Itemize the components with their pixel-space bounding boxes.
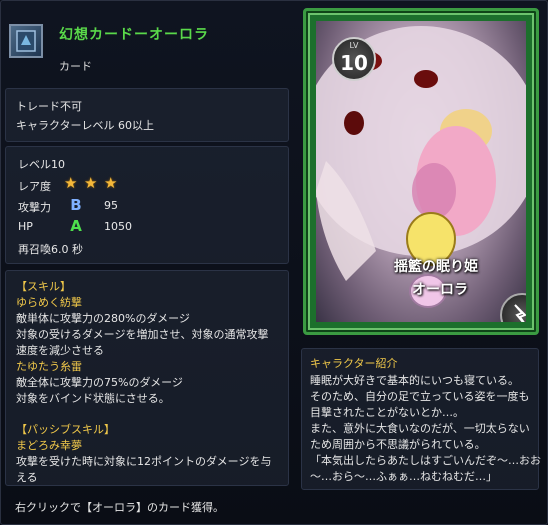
grade-b-icon: B	[70, 196, 82, 214]
usage-hint: 右クリックで【オーロラ】のカード獲得。	[5, 491, 289, 519]
item-header: 幻想カードーオーロラ カード	[5, 6, 289, 86]
skill2-name: たゆたう糸雷	[16, 360, 82, 373]
card-frame: LV 10 揺籃の眠り姫 オーロラ	[303, 8, 539, 335]
skill1-desc: 敵単体に攻撃力の280%のダメージ	[16, 312, 190, 325]
usage-text: 右クリックで【オーロラ】のカード獲得。	[15, 501, 224, 514]
skill2-desc: 対象をバインド状態にさせる。	[16, 392, 170, 405]
card-item-icon	[9, 24, 43, 58]
intro-line: また、意外に大食いなのだが、一切太らない	[310, 422, 530, 435]
skill-header: 【スキル】	[16, 280, 71, 293]
level-requirement: キャラクターレベル 60以上	[16, 119, 155, 132]
skill1-name: ゆらめく紡撃	[16, 296, 82, 309]
lv-value: 10	[340, 51, 368, 75]
card-epithet: 揺籃の眠り姫	[394, 259, 478, 275]
intro-line: ため周囲から不思議がられている。	[310, 438, 486, 451]
intro-line: そのため、自分の足で立っている姿を一度も	[310, 390, 530, 403]
attack-label: 攻撃力	[18, 201, 51, 214]
passive-header: 【パッシブスキル】	[16, 423, 115, 436]
item-title: 幻想カードーオーロラ	[59, 27, 209, 43]
intro-line: 「本気出したらあたしはすごいんだぞ〜…おお	[310, 454, 541, 467]
passive-desc: える	[16, 471, 38, 484]
intro-line: 目撃されたことがないとか…。	[310, 406, 464, 419]
intro-line: 睡眠が大好きで基本的にいつも寝ている。	[310, 374, 519, 387]
card-level: レベル10	[18, 158, 65, 171]
skills-panel: 【スキル】 ゆらめく紡撃 敵単体に攻撃力の280%のダメージ 対象の受けるダメー…	[5, 270, 289, 486]
card-level-badge: LV 10	[332, 37, 376, 81]
star-icon: ★	[104, 174, 118, 192]
hp-label: HP	[18, 220, 33, 233]
item-type: カード	[59, 60, 92, 73]
skill1-desc: 対象の受けるダメージを増加させ、対象の通常攻撃	[16, 328, 269, 341]
hp-value: 1050	[104, 220, 132, 233]
stats-panel: レベル10 レア度 ★ ★ ★ 攻撃力 B 95 HP A 1050 再召喚6.…	[5, 146, 289, 264]
skill1-desc: 速度を減少させる	[16, 344, 104, 357]
passive-name: まどろみ幸夢	[16, 439, 82, 452]
intro-title: キャラクター紹介	[310, 357, 398, 370]
grade-a-icon: A	[70, 217, 82, 235]
intro-line: 〜…おら〜…ふぁぁ…ねむねむだ…」	[310, 470, 497, 483]
star-icon: ★	[84, 174, 98, 192]
trade-restriction: トレード不可	[16, 100, 82, 113]
star-icon: ★	[64, 174, 78, 192]
lv-label: LV	[349, 41, 359, 50]
card-illustration: LV 10 揺籃の眠り姫 オーロラ	[316, 21, 526, 322]
restrictions-panel: トレード不可 キャラクターレベル 60以上	[5, 88, 289, 142]
rarity-label: レア度	[18, 180, 51, 193]
resummon-time: 再召喚6.0 秒	[18, 243, 83, 256]
skill2-desc: 敵全体に攻撃力の75%のダメージ	[16, 376, 183, 389]
passive-desc: 攻撃を受けた時に対象に12ポイントのダメージを与	[16, 455, 272, 468]
element-icon	[500, 293, 526, 322]
card-character-name: オーロラ	[412, 282, 468, 298]
attack-value: 95	[104, 199, 118, 212]
character-intro-panel: キャラクター紹介 睡眠が大好きで基本的にいつも寝ている。 そのため、自分の足で立…	[301, 348, 541, 490]
